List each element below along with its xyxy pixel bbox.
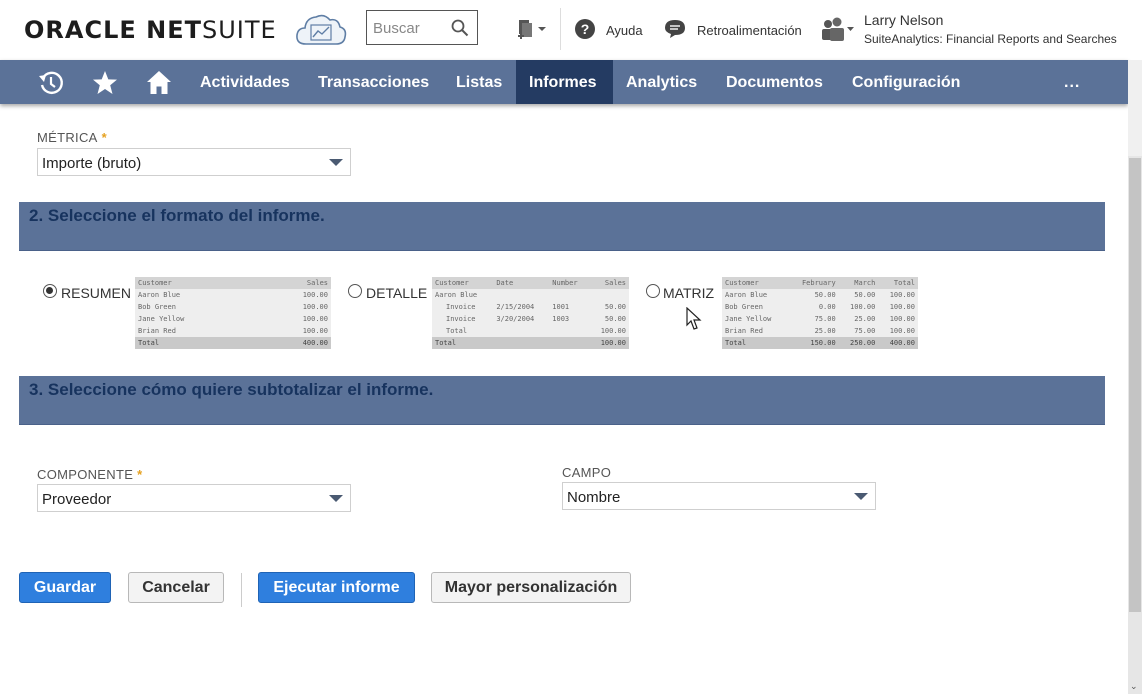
create-new-icon[interactable] (516, 18, 546, 40)
chevron-down-icon[interactable] (329, 495, 343, 502)
user-roles-icon[interactable] (820, 16, 856, 42)
chevron-down-icon[interactable] (854, 493, 868, 500)
header-divider (560, 8, 561, 50)
section-report-format: 2. Seleccione el formato del informe. (19, 202, 1105, 251)
feedback-icon[interactable] (664, 19, 686, 39)
favorites-star-icon[interactable] (92, 70, 118, 96)
radio-label-detalle[interactable]: DETALLE (366, 285, 427, 301)
required-marker: * (137, 467, 143, 482)
radio-resumen[interactable] (43, 284, 57, 298)
radio-label-matriz[interactable]: MATRIZ (663, 285, 714, 301)
field-select-value: Nombre (567, 489, 621, 506)
detail-preview-table: Customer Date Number Sales Aaron Blue Invoi… (432, 277, 629, 349)
section-subtotal: 3. Seleccione cómo quiere subtotalizar e… (19, 376, 1105, 425)
run-report-button[interactable]: Ejecutar informe (258, 572, 415, 603)
search-icon[interactable] (451, 19, 469, 37)
help-icon[interactable]: ? (575, 19, 595, 39)
summary-preview-table: Customer Sales Aaron Blue 100.00 Bob Green… (135, 277, 331, 349)
vertical-scrollbar[interactable]: ⌄ (1128, 60, 1142, 694)
nav-transacciones[interactable]: Transacciones (305, 60, 442, 104)
cancel-button[interactable]: Cancelar (128, 572, 224, 603)
nav-listas[interactable]: Listas (443, 60, 515, 104)
metric-select[interactable]: Importe (bruto) (37, 148, 351, 176)
nav-analytics[interactable]: Analytics (613, 60, 710, 104)
search-box[interactable]: Buscar (366, 10, 478, 45)
user-name[interactable]: Larry Nelson (864, 12, 943, 28)
radio-label-resumen[interactable]: RESUMEN (61, 285, 131, 301)
mouse-pointer-icon (686, 307, 702, 330)
metric-select-value: Importe (bruto) (42, 155, 142, 172)
component-select[interactable]: Proveedor (37, 484, 351, 512)
more-customization-button[interactable]: Mayor personalización (431, 572, 631, 603)
netsuite-logo[interactable]: ORACLE NETSUITE (24, 16, 277, 44)
analytics-cloud-icon[interactable] (294, 10, 348, 48)
nav-informes[interactable]: Informes (516, 60, 613, 104)
help-link[interactable]: Ayuda (606, 23, 643, 38)
matrix-preview-table: Customer February March Total Aaron Blue 50.… (722, 277, 918, 349)
save-button[interactable]: Guardar (19, 572, 111, 603)
component-select-value: Proveedor (42, 491, 112, 508)
metric-label: MÉTRICA * (37, 130, 107, 145)
main-navbar: Actividades Transacciones Listas Informe… (0, 60, 1128, 104)
feedback-link[interactable]: Retroalimentación (697, 23, 802, 38)
scrollbar-thumb[interactable] (1129, 158, 1141, 612)
top-header: ORACLE NETSUITE Buscar ? Ayuda Retroalim… (0, 0, 1128, 60)
nav-documentos[interactable]: Documentos (713, 60, 836, 104)
chevron-down-icon[interactable] (329, 159, 343, 166)
nav-configuracion[interactable]: Configuración (839, 60, 973, 104)
section-title: 2. Seleccione el formato del informe. (29, 206, 325, 225)
nav-more-menu[interactable]: ... (1064, 60, 1080, 104)
home-icon[interactable] (146, 70, 172, 96)
button-divider (241, 573, 242, 607)
field-label: CAMPO (562, 465, 612, 480)
field-select[interactable]: Nombre (562, 482, 876, 510)
radio-detalle[interactable] (348, 284, 362, 298)
recent-records-icon[interactable] (38, 70, 64, 96)
nav-actividades[interactable]: Actividades (187, 60, 303, 104)
radio-matriz[interactable] (646, 284, 660, 298)
scroll-down-arrow-icon[interactable]: ⌄ (1130, 681, 1138, 692)
section-title: 3. Seleccione cómo quiere subtotalizar e… (29, 380, 434, 399)
required-marker: * (101, 130, 107, 145)
component-label: COMPONENTE * (37, 467, 143, 482)
search-input[interactable]: Buscar (373, 20, 420, 37)
user-role[interactable]: SuiteAnalytics: Financial Reports and Se… (864, 32, 1117, 46)
